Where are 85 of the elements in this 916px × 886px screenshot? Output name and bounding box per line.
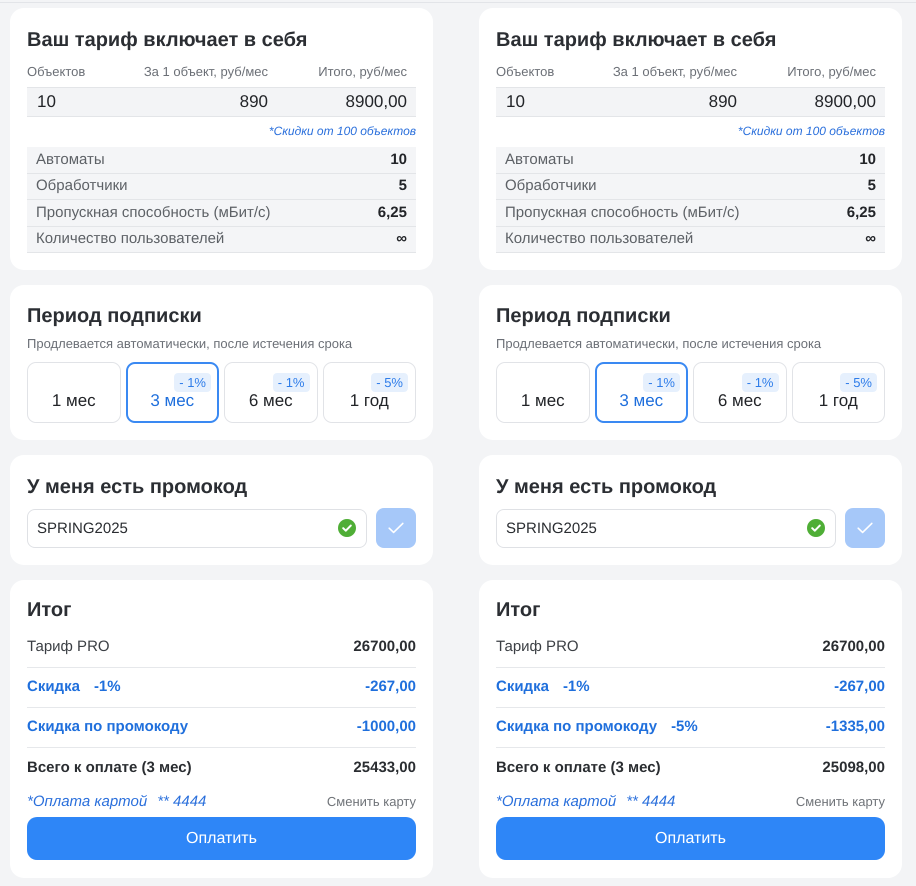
summary-label: Тариф PRO [496, 637, 579, 658]
feature-label: Количество пользователей [36, 229, 224, 249]
feature-value: ∞ [396, 229, 407, 249]
period-option[interactable]: 3 мес - 1% [126, 362, 219, 423]
feature-label: Обработчики [36, 176, 128, 196]
promo-code-field[interactable]: SPRING2025 [27, 508, 367, 548]
summary-amount: -267,00 [365, 677, 416, 698]
column-header: За 1 объект, руб/мес [142, 63, 268, 81]
feature-label: Пропускная способность (мБит/с) [36, 202, 271, 222]
period-option[interactable]: 1 год - 5% [792, 362, 885, 423]
discount-percent: -1% [94, 677, 121, 698]
period-option[interactable]: 1 мес [27, 362, 120, 423]
feature-value: 10 [859, 150, 876, 170]
summary-amount: 26700,00 [822, 637, 885, 658]
summary-amount: 26700,00 [353, 637, 416, 658]
summary-label: Скидка по промокоду [27, 717, 188, 738]
discount-badge: - 1% [742, 373, 778, 392]
discount-badge: - 1% [643, 373, 680, 392]
discount-percent: -5% [671, 717, 698, 738]
table-cell-text: 8900,00 [814, 91, 877, 114]
summary-amount: 25433,00 [353, 758, 416, 778]
summary-label: Скидка по промокоду [496, 717, 658, 738]
card-title: Итог [496, 598, 542, 623]
summary-amount: -1335,00 [826, 717, 885, 738]
table-cell-text: 10 [36, 91, 57, 114]
summary-label: Всего к оплате (3 мес) [496, 758, 661, 778]
feature-value: 5 [868, 176, 876, 196]
card-title: Итог [27, 598, 72, 623]
change-card-link[interactable]: Сменить карту [326, 792, 416, 812]
card-title: Период подписки [27, 304, 203, 329]
table-cell-text: 10 [505, 91, 526, 114]
check-icon [857, 522, 873, 534]
discount-note: *Скидки от 100 объектов [738, 123, 885, 139]
feature-value: 6,25 [378, 202, 407, 222]
summary-label: Скидка [27, 677, 80, 698]
promo-code-field[interactable]: SPRING2025 [496, 508, 836, 548]
discount-badge: - 5% [371, 373, 408, 392]
pay-button[interactable]: Оплатить [496, 817, 885, 860]
card-title: Ваш тариф включает в себя [496, 28, 778, 53]
summary-label: Всего к оплате (3 мес) [27, 758, 192, 778]
feature-label: Обработчики [505, 176, 597, 196]
feature-value: ∞ [865, 229, 876, 249]
period-option[interactable]: 6 мес - 1% [693, 362, 786, 423]
table-cell-text: 8900,00 [344, 91, 408, 114]
summary-label: Тариф PRO [27, 637, 110, 658]
column-header: Итого, руб/мес [786, 63, 877, 81]
card-title: У меня есть промокод [27, 475, 248, 500]
card-subtitle: Продлевается автоматически, после истечения срока [27, 335, 354, 353]
check-icon [388, 522, 404, 534]
card-number: ** 4444 [157, 792, 206, 812]
summary-amount: -267,00 [834, 677, 885, 698]
summary-amount: 25098,00 [822, 758, 885, 778]
period-option[interactable]: 1 год - 5% [322, 362, 416, 423]
change-card-link[interactable]: Сменить карту [796, 792, 885, 812]
card-number: ** 4444 [626, 792, 676, 812]
table-cell-text: 890 [708, 91, 737, 114]
card-title: Период подписки [496, 304, 672, 329]
column-header: Объектов [496, 63, 556, 81]
feature-value: 5 [398, 176, 407, 196]
summary-label: Скидка [496, 677, 549, 698]
discount-note: *Скидки от 100 объектов [268, 123, 416, 139]
card-title: Ваш тариф включает в себя [27, 28, 308, 53]
summary-amount: -1000,00 [356, 717, 416, 738]
discount-badge: - 1% [174, 373, 211, 392]
table-cell-text: 890 [238, 91, 268, 114]
feature-label: Пропускная способность (мБит/с) [505, 202, 740, 222]
payment-method: *Оплата картой [496, 792, 616, 812]
discount-badge: - 5% [840, 373, 877, 392]
feature-label: Автоматы [36, 150, 105, 170]
feature-value: 6,25 [846, 202, 876, 222]
column-header: За 1 объект, руб/мес [612, 63, 737, 81]
column-header: Объектов [27, 63, 86, 81]
card-subtitle: Продлевается автоматически, после истечения срока [496, 335, 822, 353]
discount-percent: -1% [562, 677, 590, 698]
feature-label: Автоматы [505, 150, 574, 170]
period-option[interactable]: 3 мес - 1% [594, 362, 688, 423]
discount-badge: - 1% [272, 373, 310, 392]
pay-button[interactable]: Оплатить [27, 817, 416, 860]
card-title: У меня есть промокод [496, 475, 718, 500]
column-header: Итого, руб/мес [317, 63, 408, 81]
period-option[interactable]: 6 мес - 1% [224, 362, 318, 423]
feature-value: 10 [390, 150, 407, 170]
period-option[interactable]: 1 мес [496, 362, 590, 423]
payment-method: *Оплата картой [27, 792, 148, 812]
feature-label: Количество пользователей [505, 229, 694, 249]
